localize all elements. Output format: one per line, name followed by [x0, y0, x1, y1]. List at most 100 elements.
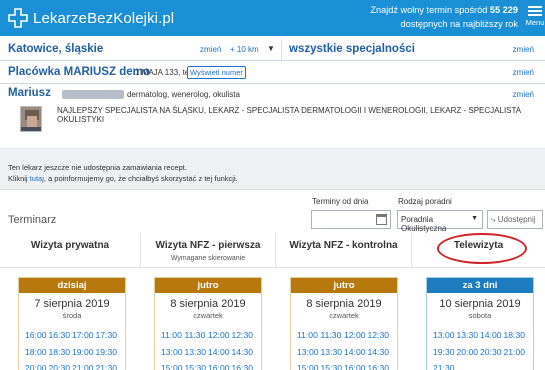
clinic-type-select[interactable]: Poradnia Okulistyczna ▼ — [397, 210, 483, 233]
time-slot[interactable]: 12:30 — [368, 329, 392, 346]
time-slot[interactable]: 20:30 — [480, 346, 504, 363]
notice-link[interactable]: tutaj — [30, 174, 44, 183]
time-slot[interactable]: 14:30 — [232, 346, 256, 363]
medical-cross-icon — [8, 8, 28, 28]
time-slot[interactable]: 17:00 — [72, 329, 96, 346]
time-slot[interactable]: 15:30 — [321, 362, 345, 370]
doctor-name: Mariusz — [8, 87, 51, 99]
time-slot[interactable]: 20:00 — [457, 346, 481, 363]
tab-label: Wizyta NFZ - kontrolna — [289, 240, 398, 251]
day-weekday: czwartek — [193, 311, 223, 320]
day-header: dzisiaj — [19, 278, 125, 293]
day-column: jutro 8 sierpnia 2019 czwartek 11:00 11:3… — [154, 277, 262, 370]
specialty-change-link[interactable]: zmień — [513, 45, 534, 54]
day-header: za 3 dni — [427, 278, 533, 293]
notice-line-1: Ten lekarz jeszcze nie udostępnia zamawi… — [8, 163, 187, 172]
time-slot[interactable]: 21:30 — [433, 362, 457, 370]
time-slot[interactable]: 20:30 — [49, 362, 73, 370]
time-slot[interactable]: 11:00 — [297, 329, 321, 346]
time-slot[interactable]: 21:30 — [96, 362, 120, 370]
time-slot[interactable]: 12:00 — [208, 329, 232, 346]
tab-nfz-followup[interactable]: Wizyta NFZ - kontrolna — [276, 233, 411, 267]
time-slot[interactable]: 18:30 — [504, 329, 528, 346]
doctor-change-link[interactable]: zmień — [513, 90, 534, 99]
share-label: Udostępnij — [497, 215, 536, 224]
time-slot[interactable]: 11:30 — [185, 329, 209, 346]
time-slot[interactable]: 12:30 — [232, 329, 256, 346]
show-phone-button[interactable]: Wyświetl numer — [187, 66, 246, 79]
tab-private-visit[interactable]: Wizyta prywatna — [0, 233, 140, 267]
time-slot[interactable]: 14:00 — [208, 346, 232, 363]
clinic-name: Placówka MARIUSZ demo — [8, 66, 150, 78]
time-slot[interactable]: 13:00 — [433, 329, 457, 346]
tab-nfz-first[interactable]: Wizyta NFZ - pierwsza Wymagane skierowan… — [141, 233, 275, 267]
time-slot[interactable]: 13:00 — [161, 346, 185, 363]
tab-label: Wizyta NFZ - pierwsza — [155, 240, 261, 251]
chevron-down-icon: ▼ — [471, 215, 478, 222]
share-button[interactable]: ⤷ Udostępnij — [487, 210, 543, 229]
time-slots: 11:00 11:30 12:00 12:30 13:00 13:30 14:00 14:30… — [155, 329, 261, 370]
time-slot[interactable]: 15:00 — [161, 362, 185, 370]
time-slots: 11:00 11:30 12:00 12:30 13:00 13:30 14:00 14:30… — [291, 329, 397, 370]
time-slot[interactable]: 14:00 — [480, 329, 504, 346]
notice-suffix: , a poinformujemy go, że chciałbyś skorz… — [43, 174, 238, 183]
tab-sublabel: Wymagane skierowanie — [170, 255, 246, 262]
time-slot[interactable]: 16:00 — [344, 362, 368, 370]
day-weekday: środa — [62, 311, 82, 320]
time-slot[interactable]: 13:00 — [297, 346, 321, 363]
time-slot[interactable]: 16:30 — [49, 329, 73, 346]
time-slot[interactable]: 19:30 — [96, 346, 120, 363]
time-slot[interactable]: 12:00 — [344, 329, 368, 346]
specialty-title: wszystkie specjalności — [289, 43, 415, 55]
time-slot[interactable]: 15:00 — [297, 362, 321, 370]
time-slot[interactable]: 16:30 — [368, 362, 392, 370]
notice-prefix: Kliknij — [8, 174, 30, 183]
tab-label: Wizyta prywatna — [30, 240, 110, 251]
radius-caret-icon[interactable]: ▼ — [267, 44, 275, 53]
day-column: za 3 dni 10 sierpnia 2019 sobota 13:00 13… — [426, 277, 534, 370]
free-slots-summary: Znajdź wolny termin spośród 55 229 dostę… — [370, 3, 518, 31]
clinic-type-value: Poradnia Okulistyczna — [401, 215, 447, 233]
time-slot[interactable]: 21:00 — [72, 362, 96, 370]
time-slot[interactable]: 19:00 — [72, 346, 96, 363]
clinic-change-link[interactable]: zmień — [513, 68, 534, 77]
time-slot[interactable]: 21:00 — [504, 346, 528, 363]
criteria-divider — [281, 39, 282, 61]
time-slot[interactable]: 11:30 — [321, 329, 345, 346]
day-date: 7 sierpnia 2019 — [34, 298, 110, 310]
time-slots: 13:00 13:30 14:00 18:30 19:30 20:00 20:30 21:00… — [427, 329, 533, 370]
clinic-type-label: Rodzaj poradni — [398, 197, 452, 206]
location-change-link[interactable]: zmień — [200, 45, 221, 54]
logo-text: LekarzeBezKolejki.pl — [33, 9, 175, 27]
time-slot[interactable]: 14:00 — [344, 346, 368, 363]
find-text-prefix: Znajdź wolny termin spośród — [370, 5, 488, 15]
menu-button[interactable]: Menu — [525, 4, 545, 27]
time-slot[interactable]: 19:30 — [433, 346, 457, 363]
time-slot[interactable]: 18:30 — [49, 346, 73, 363]
date-filter-label: Terminy od dnia — [312, 197, 369, 206]
day-weekday: czwartek — [329, 311, 359, 320]
top-header: LekarzeBezKolejki.pl Znajdź wolny termin… — [0, 0, 545, 36]
time-slot[interactable]: 13:30 — [457, 329, 481, 346]
time-slot[interactable]: 20:00 — [25, 362, 49, 370]
time-slot[interactable]: 14:30 — [368, 346, 392, 363]
time-slot[interactable]: 13:30 — [185, 346, 209, 363]
logo[interactable]: LekarzeBezKolejki.pl — [8, 8, 174, 28]
date-input[interactable] — [311, 210, 391, 229]
time-slot[interactable]: 11:00 — [161, 329, 185, 346]
time-slot[interactable]: 17:30 — [96, 329, 120, 346]
time-slot[interactable]: 16:00 — [208, 362, 232, 370]
time-slot[interactable]: 16:00 — [25, 329, 49, 346]
time-slot[interactable]: 16:30 — [232, 362, 256, 370]
hamburger-icon — [525, 6, 545, 16]
highlight-circle — [437, 233, 527, 264]
doctor-description: NAJLEPSZY SPECJALISTA NA ŚLĄSKU, LEKARZ … — [57, 106, 521, 124]
time-slot[interactable]: 13:30 — [321, 346, 345, 363]
time-slot[interactable]: 18:00 — [25, 346, 49, 363]
calendar-icon[interactable] — [376, 214, 387, 225]
time-slot[interactable]: 15:30 — [185, 362, 209, 370]
notice-line-2: Kliknij tutaj, a poinformujemy go, że ch… — [8, 174, 238, 183]
doctor-specialties: dermatolog, wenerolog, okulista — [127, 90, 240, 99]
find-count: 55 229 — [489, 5, 518, 15]
radius-select[interactable]: + 10 km — [230, 45, 259, 54]
